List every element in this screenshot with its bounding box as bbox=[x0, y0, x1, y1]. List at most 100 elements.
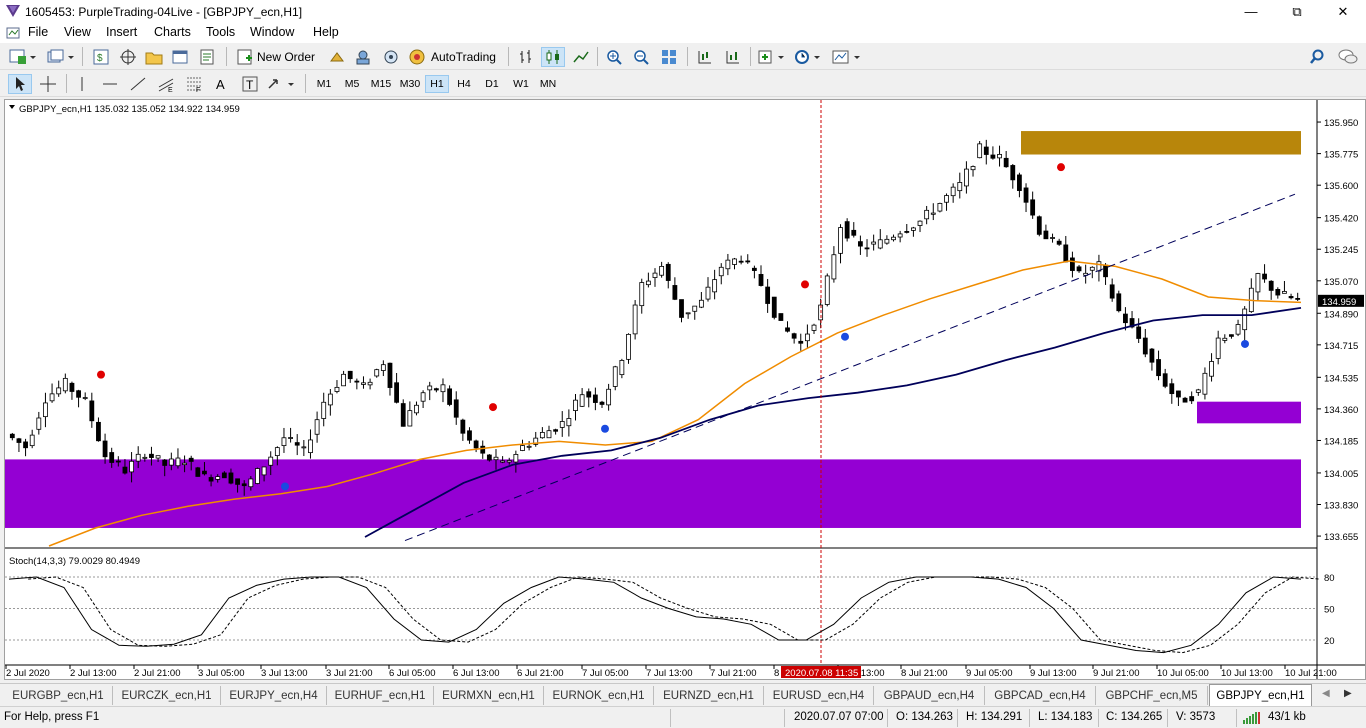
menu-help[interactable]: Help bbox=[313, 25, 339, 39]
candle-body bbox=[645, 280, 651, 286]
chart-shift-icon bbox=[698, 51, 711, 64]
arrows-button[interactable] bbox=[266, 74, 298, 94]
candle-body bbox=[374, 369, 380, 377]
periods-button[interactable] bbox=[793, 47, 823, 67]
data-window-button[interactable] bbox=[143, 47, 165, 67]
metaeditor-button[interactable] bbox=[380, 47, 402, 67]
trendline-button[interactable] bbox=[126, 74, 150, 94]
indicators-button[interactable] bbox=[757, 47, 787, 67]
bar-chart-button[interactable] bbox=[515, 47, 537, 67]
search-button[interactable] bbox=[1306, 47, 1328, 67]
candle-body bbox=[1089, 266, 1095, 271]
zoom-out-button[interactable] bbox=[630, 47, 652, 67]
candle-body bbox=[1282, 291, 1287, 294]
price-chart[interactable]: 135.950 135.775 135.600 135.420 135.245 135.0… bbox=[5, 100, 1365, 679]
candle-body bbox=[705, 286, 711, 300]
tab-eurnzd[interactable]: EURNZD_ecn,H1 bbox=[654, 686, 764, 705]
tf-m5[interactable]: M5 bbox=[340, 75, 364, 93]
candle-body bbox=[1262, 273, 1267, 280]
candlestick-button[interactable] bbox=[541, 47, 565, 67]
candle-body bbox=[573, 399, 578, 411]
fibonacci-button[interactable]: F bbox=[182, 74, 206, 94]
zoom-out-icon bbox=[634, 50, 649, 65]
candle-body bbox=[1268, 280, 1274, 291]
vertical-line-button[interactable] bbox=[72, 74, 92, 94]
tab-scroll-left-icon[interactable]: ◀ bbox=[1322, 688, 1330, 699]
maximize-button[interactable]: ⧉ bbox=[1274, 0, 1320, 23]
terminal-button[interactable] bbox=[169, 47, 191, 67]
chart-shift-button[interactable] bbox=[694, 47, 716, 67]
time-tick-label: 6 Jul 13:00 bbox=[453, 668, 499, 679]
tab-gbpchf[interactable]: GBPCHF_ecn,M5 bbox=[1096, 686, 1208, 705]
market-watch-button[interactable]: $ bbox=[90, 47, 112, 67]
signals-button[interactable] bbox=[326, 47, 348, 67]
tab-eurczk[interactable]: EURCZK_ecn,H1 bbox=[113, 686, 221, 705]
status-low: L: 134.183 bbox=[1038, 711, 1093, 723]
tf-m1[interactable]: M1 bbox=[313, 75, 335, 93]
tf-m30[interactable]: M30 bbox=[396, 75, 424, 93]
menu-insert[interactable]: Insert bbox=[106, 25, 137, 39]
close-button[interactable]: ✕ bbox=[1320, 0, 1366, 23]
tf-h4[interactable]: H4 bbox=[452, 75, 476, 93]
chart-menu-icon[interactable] bbox=[6, 26, 20, 40]
templates-button[interactable] bbox=[831, 47, 863, 67]
candle-body bbox=[559, 421, 565, 428]
autoscroll-button[interactable] bbox=[722, 47, 744, 67]
tab-scroll-right-icon[interactable]: ▶ bbox=[1344, 688, 1352, 699]
tf-mn[interactable]: MN bbox=[536, 75, 560, 93]
app-icon bbox=[6, 5, 20, 17]
tab-eurmxn[interactable]: EURMXN_ecn,H1 bbox=[434, 686, 544, 705]
cursor-icon bbox=[16, 77, 25, 91]
menu-view[interactable]: View bbox=[64, 25, 91, 39]
tab-eurusd[interactable]: EURUSD_ecn,H4 bbox=[764, 686, 874, 705]
candle-body bbox=[76, 390, 81, 398]
candle-body bbox=[665, 263, 671, 281]
new-order-button[interactable]: New Order bbox=[236, 47, 324, 67]
market-button[interactable] bbox=[352, 47, 374, 67]
candle-body bbox=[460, 419, 466, 434]
candle-body bbox=[659, 266, 665, 276]
signal-dot bbox=[1057, 163, 1065, 172]
minimize-button[interactable]: — bbox=[1228, 0, 1274, 23]
candle-body bbox=[1076, 266, 1082, 272]
menu-file[interactable]: File bbox=[28, 25, 48, 39]
new-chart-button[interactable] bbox=[8, 47, 38, 67]
tf-w1[interactable]: W1 bbox=[509, 75, 533, 93]
tab-eurnok[interactable]: EURNOK_ecn,H1 bbox=[544, 686, 654, 705]
text-button[interactable]: A bbox=[210, 74, 234, 94]
cursor-button[interactable] bbox=[8, 74, 32, 94]
navigator-button[interactable] bbox=[117, 47, 139, 67]
candle-body bbox=[652, 272, 658, 278]
menu-tools[interactable]: Tools bbox=[206, 25, 235, 39]
text-label-button[interactable]: T bbox=[238, 74, 262, 94]
bar-chart-icon bbox=[520, 50, 531, 63]
profiles-button[interactable] bbox=[46, 47, 76, 67]
candle-body bbox=[367, 381, 373, 386]
tab-eurjpy[interactable]: EURJPY_ecn,H4 bbox=[221, 686, 327, 705]
zoom-in-button[interactable] bbox=[603, 47, 625, 67]
tile-windows-button[interactable] bbox=[658, 47, 680, 67]
horizontal-line-button[interactable] bbox=[98, 74, 122, 94]
tf-m15[interactable]: M15 bbox=[367, 75, 395, 93]
channel-button[interactable]: E bbox=[154, 74, 178, 94]
line-chart-button[interactable] bbox=[570, 47, 592, 67]
candle-body bbox=[579, 394, 585, 407]
tab-eurhuf[interactable]: EURHUF_ecn,H1 bbox=[327, 686, 434, 705]
tf-h1[interactable]: H1 bbox=[425, 75, 449, 93]
signal-dot bbox=[97, 370, 105, 379]
candle-body bbox=[182, 462, 187, 466]
tester-button[interactable] bbox=[196, 47, 218, 67]
tf-d1[interactable]: D1 bbox=[480, 75, 504, 93]
price-tick-label: 134.535 bbox=[1324, 373, 1358, 384]
tab-eurgbp[interactable]: EURGBP_ecn,H1 bbox=[4, 686, 113, 705]
tab-gbpjpy[interactable]: GBPJPY_ecn,H1 bbox=[1209, 684, 1312, 706]
autotrading-button[interactable]: AutoTrading bbox=[408, 47, 500, 67]
tab-gbpaud[interactable]: GBPAUD_ecn,H4 bbox=[874, 686, 985, 705]
chart-window[interactable]: 135.950 135.775 135.600 135.420 135.245 135.0… bbox=[4, 99, 1366, 680]
tab-gbpcad[interactable]: GBPCAD_ecn,H4 bbox=[985, 686, 1096, 705]
time-tick-label: 2 Jul 21:00 bbox=[134, 668, 180, 679]
crosshair-button[interactable] bbox=[36, 74, 60, 94]
chat-button[interactable] bbox=[1336, 47, 1360, 67]
menu-window[interactable]: Window bbox=[250, 25, 294, 39]
menu-charts[interactable]: Charts bbox=[154, 25, 191, 39]
